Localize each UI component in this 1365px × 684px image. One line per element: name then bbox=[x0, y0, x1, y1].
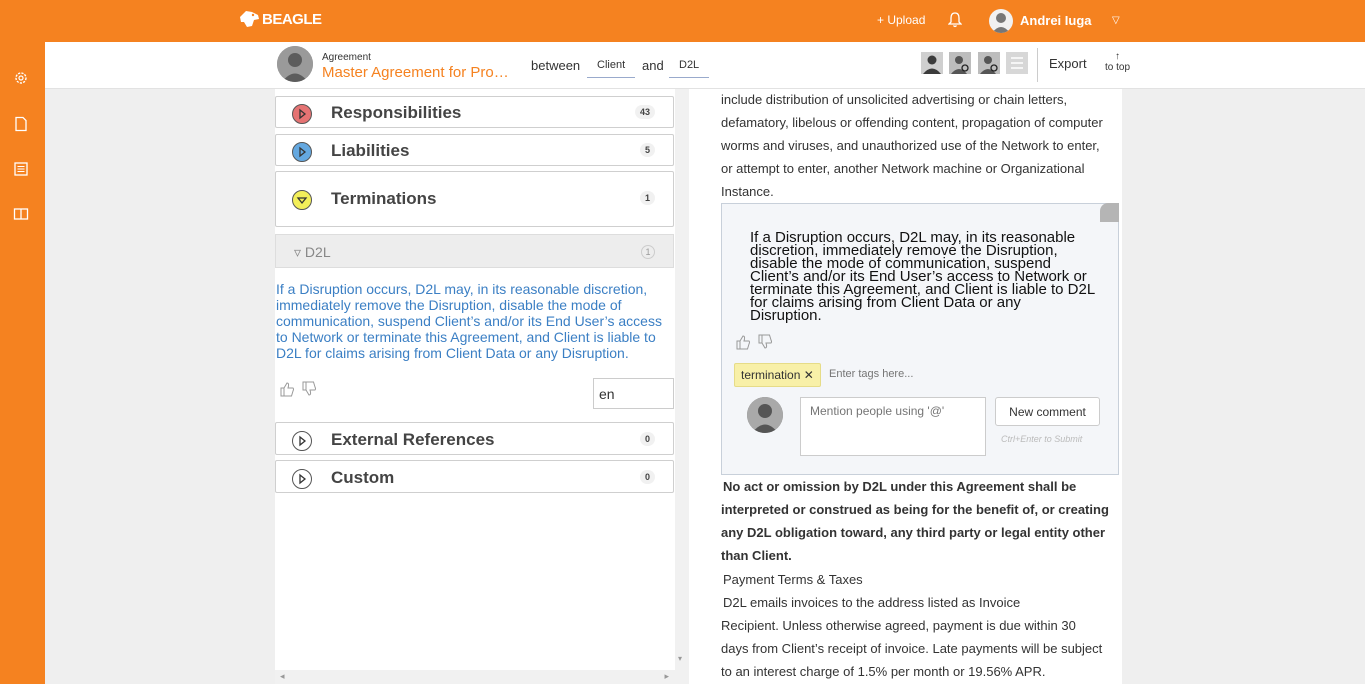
subsection-count: 1 bbox=[641, 245, 655, 259]
document-line: any D2L obligation toward, any third par… bbox=[721, 525, 1106, 540]
document-line: worms and viruses, and unauthorized use … bbox=[721, 138, 1100, 153]
document-line: D2L emails invoices to the address liste… bbox=[723, 595, 1021, 610]
collaborator-search-icon[interactable] bbox=[949, 52, 971, 74]
user-name[interactable]: Andrei Iuga bbox=[1020, 13, 1092, 28]
thumbs-up-icon[interactable] bbox=[279, 381, 295, 397]
category-count: 0 bbox=[639, 470, 655, 484]
thumbs-up-icon[interactable] bbox=[735, 334, 751, 350]
category-label: Terminations bbox=[331, 189, 437, 208]
category-count: 0 bbox=[639, 432, 655, 446]
annotation-feedback bbox=[735, 334, 773, 350]
horizontal-scrollbar[interactable]: ◂ ▸ bbox=[275, 670, 675, 684]
play-icon bbox=[292, 469, 312, 489]
beagle-logo[interactable]: BEAGLE bbox=[238, 9, 322, 29]
document-line: Instance. bbox=[721, 184, 774, 199]
category-label: Custom bbox=[331, 468, 395, 487]
category-count: 43 bbox=[634, 105, 655, 119]
category-terminations[interactable]: Terminations 1 bbox=[275, 171, 674, 227]
play-icon bbox=[292, 142, 312, 162]
document-line: Recipient. Unless otherwise agreed, paym… bbox=[721, 618, 1076, 633]
header-divider bbox=[1037, 48, 1038, 82]
tag-label: termination bbox=[741, 368, 801, 382]
play-icon bbox=[292, 431, 312, 451]
document-line: or attempt to enter, another Network mac… bbox=[721, 161, 1085, 176]
clause-feedback bbox=[279, 381, 317, 397]
document-type: Agreement bbox=[322, 52, 371, 63]
vertical-scrollbar[interactable]: ▾ bbox=[675, 89, 689, 684]
document-icon[interactable] bbox=[13, 116, 29, 132]
document-owner-avatar bbox=[277, 46, 313, 82]
category-label: Liabilities bbox=[331, 141, 410, 160]
new-comment-button[interactable]: New comment bbox=[995, 397, 1100, 426]
document-line: Payment Terms & Taxes bbox=[723, 572, 863, 587]
annotation-corner-tab[interactable] bbox=[1100, 203, 1119, 222]
document-line: days from Client’s receipt of invoice. L… bbox=[721, 641, 1103, 656]
collaborator-avatar[interactable] bbox=[921, 52, 943, 74]
document-line: to an interest charge of 1.5% per month … bbox=[721, 664, 1046, 679]
category-external-references[interactable]: External References 0 bbox=[275, 422, 674, 455]
thumbs-down-icon[interactable] bbox=[301, 381, 317, 397]
comment-hint: Ctrl+Enter to Submit bbox=[1001, 434, 1083, 444]
bell-icon[interactable] bbox=[948, 11, 962, 28]
tag-input[interactable] bbox=[829, 368, 979, 380]
arrow-up-icon: ↑ bbox=[1115, 51, 1121, 62]
play-icon bbox=[292, 104, 312, 124]
document-line: No act or omission by D2L under this Agr… bbox=[723, 479, 1077, 494]
beagle-dog-icon bbox=[240, 11, 259, 27]
user-avatar[interactable] bbox=[989, 9, 1013, 33]
category-count: 1 bbox=[639, 191, 655, 205]
document-line: than Client. bbox=[721, 548, 792, 563]
brand-name: BEAGLE bbox=[262, 10, 322, 28]
category-label: Responsibilities bbox=[331, 103, 462, 122]
collaborator-search-icon[interactable] bbox=[978, 52, 1000, 74]
document-line: defamatory, libelous or offending conten… bbox=[721, 115, 1103, 130]
thumbs-down-icon[interactable] bbox=[757, 334, 773, 350]
document-line: interpreted or construed as being for th… bbox=[721, 502, 1109, 517]
chevron-down-icon[interactable]: ▽ bbox=[1112, 15, 1120, 26]
document-line: include distribution of unsolicited adve… bbox=[721, 92, 1068, 107]
subsection-d2l[interactable]: ▿ D2L 1 bbox=[275, 234, 674, 268]
to-top-button[interactable]: ↑ to top bbox=[1105, 51, 1130, 73]
category-responsibilities[interactable]: Responsibilities 43 bbox=[275, 96, 674, 128]
clause-text[interactable]: If a Disruption occurs, D2L may, in its … bbox=[276, 281, 671, 361]
comment-input[interactable] bbox=[800, 397, 986, 456]
to-top-label: to top bbox=[1105, 62, 1131, 73]
party-two-field[interactable]: D2L bbox=[669, 54, 710, 78]
annotation-text[interactable]: If a Disruption occurs, D2L may, in its … bbox=[750, 230, 1095, 323]
export-button[interactable]: Export bbox=[1049, 56, 1087, 71]
book-icon[interactable] bbox=[13, 206, 29, 222]
commenter-avatar bbox=[747, 397, 783, 433]
tag-chip: termination ✕ bbox=[734, 363, 821, 387]
and-label: and bbox=[642, 58, 664, 73]
left-rail bbox=[0, 42, 45, 684]
top-bar bbox=[0, 0, 1365, 42]
document-title[interactable]: Master Agreement for Pro… bbox=[322, 64, 509, 81]
scroll-right-icon[interactable]: ▸ bbox=[664, 671, 669, 682]
subsection-label: ▿ D2L bbox=[294, 244, 331, 260]
list-icon[interactable] bbox=[13, 161, 29, 177]
category-count: 5 bbox=[639, 143, 655, 157]
between-label: between bbox=[531, 58, 581, 73]
close-icon[interactable]: ✕ bbox=[804, 368, 814, 382]
scroll-down-icon[interactable]: ▾ bbox=[678, 654, 682, 663]
gear-icon[interactable] bbox=[13, 70, 29, 86]
scroll-left-icon[interactable]: ◂ bbox=[280, 671, 285, 682]
category-custom[interactable]: Custom 0 bbox=[275, 460, 674, 493]
category-label: External References bbox=[331, 430, 495, 449]
party-one-field[interactable]: Client bbox=[587, 54, 636, 78]
expanded-play-icon bbox=[292, 190, 312, 210]
upload-button[interactable]: + Upload bbox=[877, 13, 925, 27]
language-field[interactable]: en bbox=[593, 378, 674, 409]
list-view-icon[interactable] bbox=[1006, 52, 1028, 74]
category-liabilities[interactable]: Liabilities 5 bbox=[275, 134, 674, 166]
